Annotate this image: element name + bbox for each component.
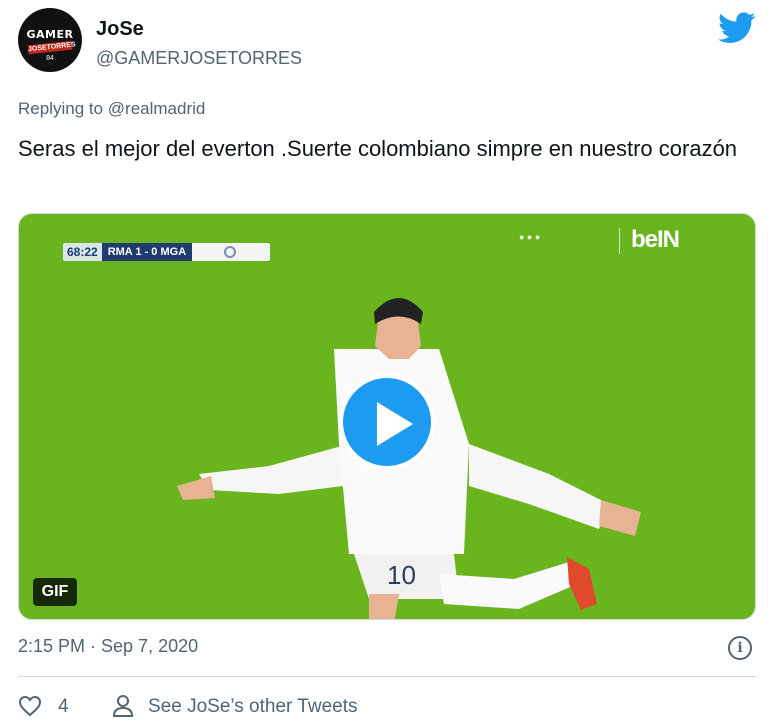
twitter-bird-icon[interactable]: [718, 12, 756, 44]
tweet-timestamp[interactable]: 2:15 PM · Sep 7, 2020: [18, 636, 198, 657]
see-other-tweets-link[interactable]: See JoSe’s other Tweets: [148, 696, 357, 718]
like-count: 4: [58, 696, 69, 717]
tweet-text: Seras el mejor del everton .Suerte colom…: [18, 136, 738, 161]
tweet-actions: 4 See JoSe’s other Tweets: [18, 692, 758, 722]
avatar-logo-text: GAMER: [26, 28, 74, 41]
shirt-number: 10: [387, 560, 416, 590]
divider: [18, 676, 756, 677]
gif-badge: GIF: [33, 578, 77, 606]
info-icon[interactable]: i: [728, 636, 752, 660]
broadcaster-logo: ● ● ● beIN: [519, 226, 739, 254]
avatar-logo-banner: JOSETORRES: [27, 40, 76, 55]
person-icon: [112, 695, 134, 717]
scoreboard-clock: 68:22: [63, 243, 102, 261]
replying-to[interactable]: Replying to @realmadrid: [18, 99, 205, 119]
avatar[interactable]: GAMER JOSETORRES 84: [18, 8, 82, 72]
author-name[interactable]: JoSe: [96, 18, 144, 41]
avatar-logo-number: 84: [46, 55, 54, 62]
play-button[interactable]: [339, 374, 435, 470]
tournament-logo: ● ● ●: [519, 232, 541, 242]
heart-icon[interactable]: [18, 695, 42, 717]
author-handle[interactable]: @GAMERJOSETORRES: [96, 48, 302, 69]
broadcaster-name: beIN: [631, 226, 680, 253]
play-icon: [377, 402, 413, 446]
media-gif[interactable]: 68:22 RMA 1 - 0 MGA ● ● ● beIN 10 GIF: [18, 213, 756, 620]
